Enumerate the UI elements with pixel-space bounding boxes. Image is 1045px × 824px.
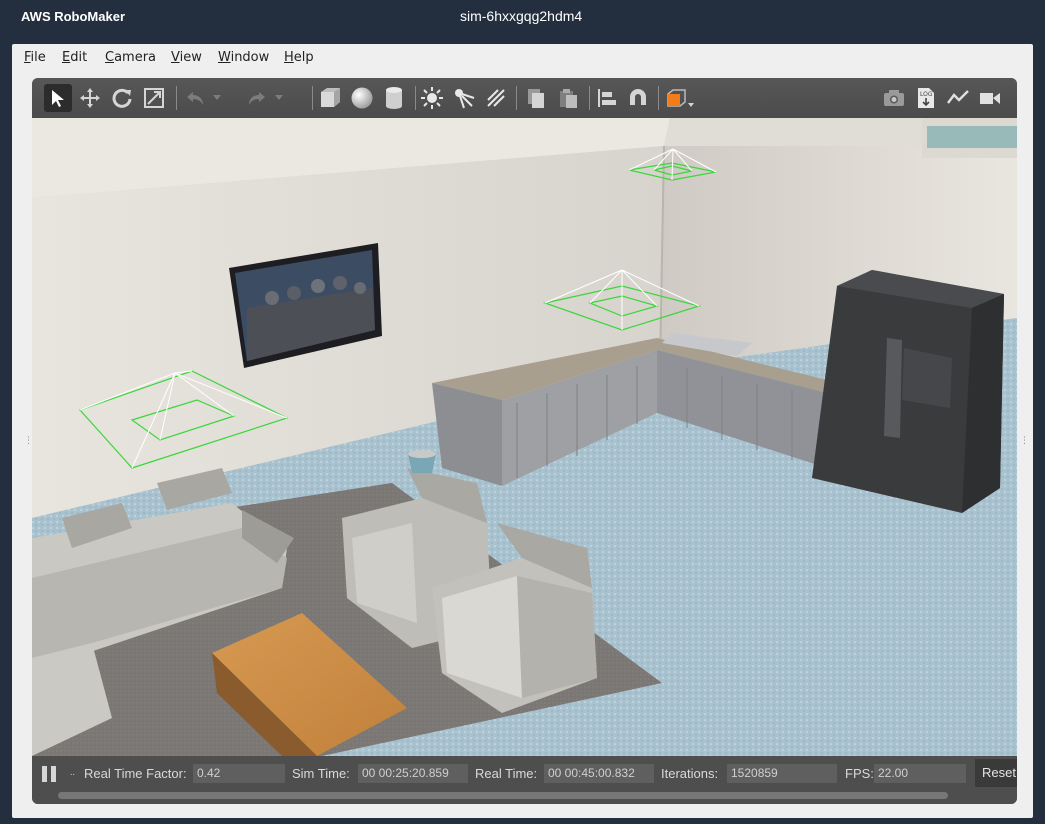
- directional-light-icon[interactable]: [482, 84, 510, 112]
- rotate-icon[interactable]: [108, 84, 136, 112]
- toolbar-separator: [658, 86, 659, 110]
- sim-time-value: 00 00:25:20.859: [358, 764, 468, 783]
- screenshot-icon[interactable]: [880, 84, 908, 112]
- iterations-label: Iterations:: [661, 766, 719, 781]
- translate-icon[interactable]: [76, 84, 104, 112]
- redo-history-chevron-icon[interactable]: [272, 84, 286, 112]
- menu-help[interactable]: Help: [284, 50, 314, 65]
- real-time-factor-label: Real Time Factor:: [84, 766, 187, 781]
- pause-icon[interactable]: [42, 766, 58, 782]
- right-dock-grip[interactable]: ⋮: [1020, 436, 1029, 450]
- select-arrow-icon[interactable]: [44, 84, 72, 112]
- horizontal-scrollbar[interactable]: [58, 792, 948, 799]
- simulation-id: sim-6hxxgqg2hdm4: [460, 8, 583, 24]
- refrigerator: [812, 270, 1004, 513]
- iterations-value: 1520859: [727, 764, 837, 783]
- toolbar-separator: [312, 86, 313, 110]
- svg-text:LOG: LOG: [920, 91, 933, 98]
- menu-camera[interactable]: Camera: [105, 50, 156, 65]
- gazebo-render-frame: LOG .. Real Time Factor: 0.42 Sim Time: …: [32, 78, 1017, 804]
- reset-time-button[interactable]: Reset: [975, 759, 1017, 787]
- status-bar: .. Real Time Factor: 0.42 Sim Time: 00 0…: [32, 756, 1017, 804]
- fps-value: 22.00: [874, 764, 966, 783]
- app-titlebar: AWS RoboMaker sim-6hxxgqg2hdm4: [0, 0, 1045, 34]
- sphere-icon[interactable]: [348, 84, 376, 112]
- real-time-label: Real Time:: [475, 766, 538, 781]
- scale-icon[interactable]: [140, 84, 168, 112]
- log-icon[interactable]: LOG: [912, 84, 940, 112]
- toolbar-separator: [589, 86, 590, 110]
- copy-icon[interactable]: [522, 84, 550, 112]
- left-dock-grip[interactable]: ⋮: [24, 436, 33, 450]
- undo-icon[interactable]: [182, 84, 210, 112]
- toolbar-separator: [415, 86, 416, 110]
- shelf-glass: [927, 126, 1017, 148]
- box-icon[interactable]: [316, 84, 344, 112]
- menubar: File Edit Camera View Window Help: [12, 44, 1033, 72]
- 3d-viewport[interactable]: [32, 118, 1017, 756]
- real-time-value: 00 00:45:00.832: [544, 764, 654, 783]
- point-light-icon[interactable]: [418, 84, 446, 112]
- trash-can: [408, 450, 436, 473]
- view-angle-icon[interactable]: [662, 84, 698, 112]
- align-icon[interactable]: [592, 84, 620, 112]
- spot-light-icon[interactable]: [450, 84, 478, 112]
- fps-label: FPS:: [845, 766, 874, 781]
- menu-edit[interactable]: Edit: [62, 50, 87, 65]
- real-time-factor-value: 0.42: [193, 764, 285, 783]
- sim-time-label: Sim Time:: [292, 766, 350, 781]
- magnet-icon[interactable]: [624, 84, 652, 112]
- cylinder-icon[interactable]: [380, 84, 408, 112]
- app-title: AWS RoboMaker: [21, 9, 126, 24]
- toolbar-separator: [516, 86, 517, 110]
- plot-icon[interactable]: [944, 84, 972, 112]
- status-ellipsis: ..: [70, 767, 76, 777]
- undo-history-chevron-icon[interactable]: [210, 84, 224, 112]
- redo-icon[interactable]: [242, 84, 270, 112]
- toolbar-separator: [176, 86, 177, 110]
- menu-file[interactable]: File: [24, 50, 46, 65]
- paste-icon[interactable]: [554, 84, 582, 112]
- menu-view[interactable]: View: [171, 50, 202, 65]
- menu-window[interactable]: Window: [218, 50, 269, 65]
- gazebo-toolbar: LOG: [32, 78, 1017, 118]
- record-video-icon[interactable]: [976, 84, 1004, 112]
- gazebo-window: File Edit Camera View Window Help ⋮ ⋮ LO…: [12, 44, 1033, 818]
